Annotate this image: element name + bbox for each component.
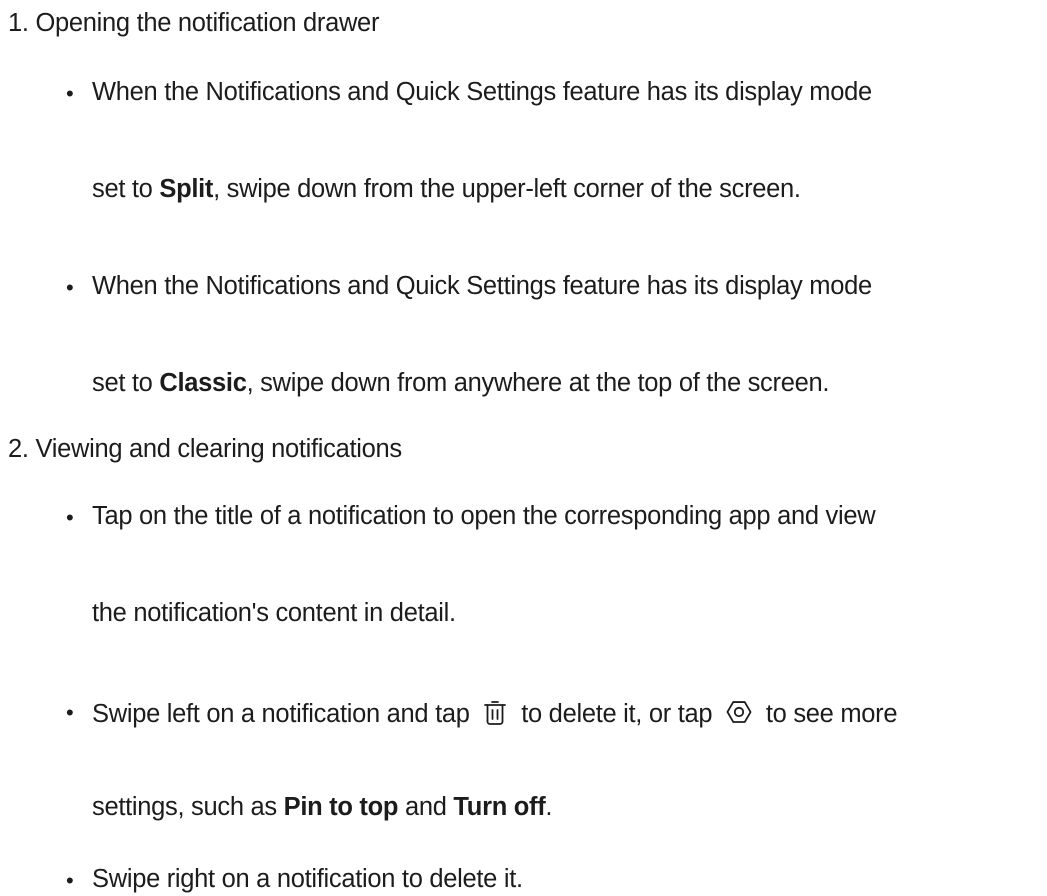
s1-b2-line1: When the Notifications and Quick Setting… (92, 272, 872, 300)
turn-off-label: Turn off (453, 793, 546, 821)
s2-b2-line1: Swipe left on a notification and tap to … (92, 698, 898, 728)
pin-to-top-label: Pin to top (283, 793, 399, 821)
s2-b1-line2: the notification's content in detail. (92, 599, 456, 627)
s1-b2-line2: set to Classic, swipe down from anywhere… (92, 369, 830, 397)
s1-b1-line2: set to Split, swipe down from the upper-… (92, 175, 801, 203)
settings-icon (725, 698, 753, 726)
classic-mode-label: Classic (159, 369, 247, 397)
section-1-number: 1. (8, 9, 29, 37)
bullet: • (66, 505, 74, 530)
s2-b3-line1: Swipe right on a notification to delete … (92, 865, 523, 893)
bullet: • (66, 81, 74, 106)
section-1-title: Opening the notification drawer (35, 9, 380, 37)
bullet: • (66, 868, 74, 893)
s1-b1-line1: When the Notifications and Quick Setting… (92, 78, 872, 106)
section-1-heading: 1. Opening the notification drawer (8, 9, 380, 37)
bullet: • (66, 275, 74, 300)
section-2-number: 2. (8, 435, 29, 463)
bullet: • (66, 700, 74, 725)
split-mode-label: Split (159, 175, 214, 203)
section-2-title: Viewing and clearing notifications (35, 435, 402, 463)
trash-icon (482, 700, 508, 726)
section-2-heading: 2. Viewing and clearing notifications (8, 435, 402, 463)
s2-b1-line1: Tap on the title of a notification to op… (92, 502, 876, 530)
s2-b2-line2: settings, such as Pin to top and Turn of… (92, 793, 553, 821)
